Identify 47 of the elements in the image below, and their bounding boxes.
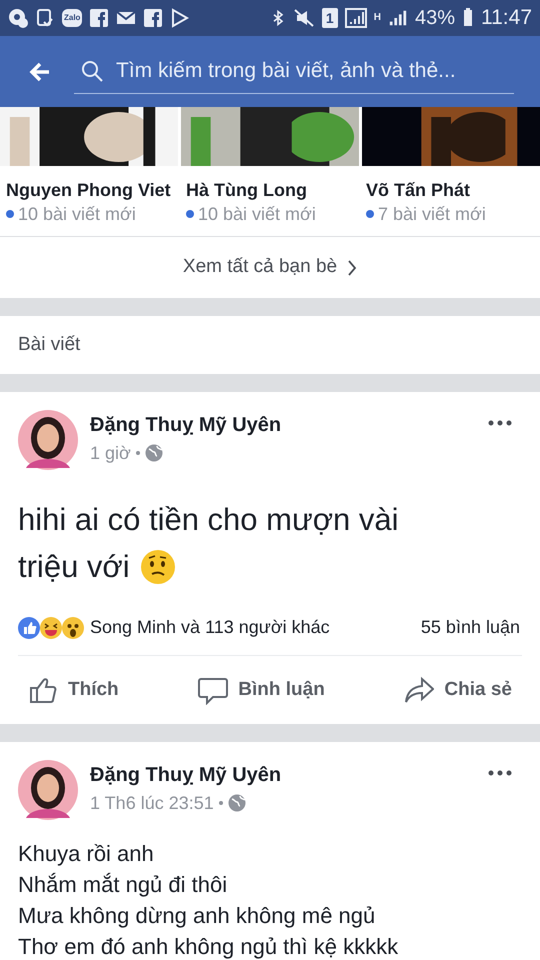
section-title: Bài viết (18, 332, 80, 357)
post-text-line: Thơ em đó anh không ngủ thì kệ kkkkk (18, 933, 398, 960)
search-icon (80, 59, 104, 83)
f-square-icon (89, 8, 110, 28)
post-action-button[interactable]: Bình luận (198, 675, 325, 705)
comment-count[interactable]: 55 bình luận (420, 614, 520, 641)
signal-box-icon (344, 8, 367, 28)
chevron-right-icon (347, 258, 358, 276)
post-count: 7 bài viết mới (378, 203, 486, 226)
sim-icon: 1 (322, 8, 338, 28)
surprised-reaction-icon[interactable] (62, 616, 84, 638)
post-action-button[interactable]: Chia sẻ (404, 675, 512, 705)
reactions-summary[interactable]: Song Minh và 113 người khác (90, 614, 421, 641)
friend-name[interactable]: Võ Tấn Phát (366, 178, 540, 202)
disc-icon (8, 8, 28, 28)
see-all-friends-link[interactable]: Xem tất cả bạn bè (182, 253, 358, 282)
chat-app-icon: Zalo (62, 9, 82, 27)
author-name[interactable]: Đặng Thuỵ Mỹ Uyên (90, 762, 476, 788)
signal-icon (388, 8, 408, 28)
author-name[interactable]: Đặng Thuỵ Mỹ Uyên (90, 412, 476, 438)
friend-name[interactable]: Nguyen Phong Viet (6, 178, 180, 202)
post-text-line: Mưa không dừng anh không mê ngủ (18, 902, 376, 930)
clock: 11:47 (481, 5, 532, 32)
post-text-line: hihi ai có tiền cho mượn vài (18, 501, 399, 539)
speech-bubble-icon (198, 675, 228, 705)
post-text-line: Khuya rồi anh (18, 840, 154, 868)
more-options-icon[interactable] (488, 420, 512, 426)
friend-name[interactable]: Hà Tùng Long (186, 178, 360, 202)
post-text-line: Nhắm mắt ngủ đi thôi (18, 871, 228, 899)
post-action-button[interactable]: Thích (28, 675, 119, 705)
like-reaction-icon[interactable] (18, 616, 40, 638)
mute-icon (292, 8, 315, 28)
battery-percent: 43% (414, 6, 455, 31)
thumbs-up-icon (28, 675, 58, 705)
post-count: 10 bài viết mới (18, 203, 136, 226)
laughing-reaction-icon[interactable] (40, 616, 62, 638)
battery-icon (462, 8, 474, 28)
avatar[interactable] (18, 410, 78, 470)
network-type-icon: H (374, 13, 381, 23)
f-square-icon (143, 8, 164, 28)
share-arrow-icon (404, 675, 434, 705)
avatar[interactable] (18, 760, 78, 820)
note-check-icon (35, 8, 55, 28)
post-count: 10 bài viết mới (198, 203, 316, 226)
post-text-line: triệu với (18, 548, 130, 586)
play-icon (170, 8, 190, 28)
more-options-icon[interactable] (488, 770, 512, 776)
